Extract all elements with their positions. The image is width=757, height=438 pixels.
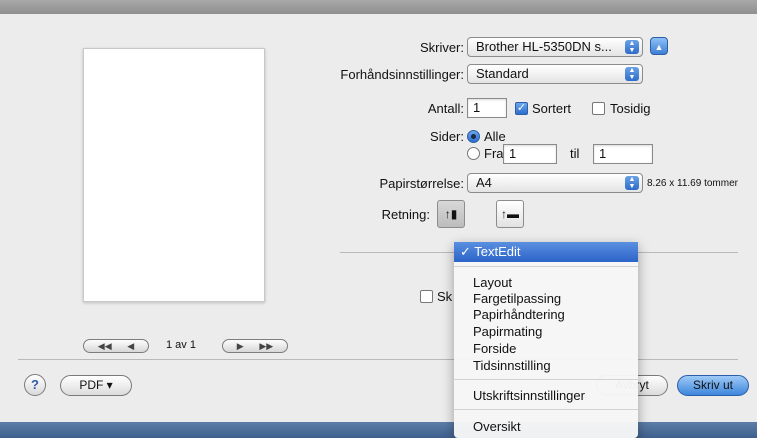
disclosure-triangle-icon[interactable]: ▲ xyxy=(650,37,668,55)
presets-popup[interactable]: Standard ▲ ▼ xyxy=(467,64,643,84)
printer-value: Brother HL-5350DN s... xyxy=(476,39,612,54)
landscape-orientation-button[interactable]: ↑▬ xyxy=(496,200,524,228)
orientation-label: Retning: xyxy=(381,207,430,222)
printer-label: Skriver: xyxy=(419,40,464,55)
pages-from-field[interactable]: 1 xyxy=(503,144,557,164)
pages-from-radio[interactable] xyxy=(467,147,480,160)
portrait-icon: ↑▮ xyxy=(444,207,458,221)
menu-item-utskriftsinnstillinger[interactable]: Utskriftsinnstillinger xyxy=(473,388,585,403)
menu-item-textedit[interactable]: ✓ TextEdit xyxy=(454,242,638,262)
menu-separator xyxy=(454,379,638,380)
help-button[interactable]: ? xyxy=(24,374,46,396)
preview-back-buttons[interactable]: ◀◀ ◀ xyxy=(83,339,149,353)
first-page-icon[interactable]: ◀◀ xyxy=(98,341,112,352)
pages-to-field[interactable]: 1 xyxy=(593,144,653,164)
pages-from-label: Fra xyxy=(484,146,504,161)
menu-item-papirmating[interactable]: Papirmating xyxy=(473,324,542,339)
presets-value: Standard xyxy=(476,66,529,81)
menu-item-oversikt[interactable]: Oversikt xyxy=(473,419,521,434)
menu-separator xyxy=(454,409,638,410)
popup-arrows-icon: ▲ ▼ xyxy=(625,176,639,190)
papersize-value: A4 xyxy=(476,175,492,190)
hidden-option-label: Sk xyxy=(437,289,453,304)
menu-item-forside[interactable]: Forside xyxy=(473,341,516,356)
portrait-orientation-button[interactable]: ↑▮ xyxy=(437,200,465,228)
pages-all-radio[interactable] xyxy=(467,130,480,143)
papersize-label: Papirstørrelse: xyxy=(379,176,464,191)
panel-menu: ✓ TextEdit Layout Fargetilpassing Papirh… xyxy=(454,242,638,438)
last-page-icon[interactable]: ▶▶ xyxy=(259,341,273,352)
twosided-label: Tosidig xyxy=(610,101,651,116)
twosided-checkbox[interactable] xyxy=(592,102,605,115)
pages-all-label: Alle xyxy=(484,129,506,144)
menu-item-tidsinnstilling[interactable]: Tidsinnstilling xyxy=(473,358,551,373)
menu-item-papirhandtering[interactable]: Papirhåndtering xyxy=(473,307,565,322)
preview-forward-buttons[interactable]: ▶ ▶▶ xyxy=(222,339,288,353)
menu-item-textedit-label: TextEdit xyxy=(474,244,521,259)
popup-arrows-icon: ▲ ▼ xyxy=(625,40,639,54)
menu-separator xyxy=(454,266,638,267)
pdf-button[interactable]: PDF ▾ xyxy=(60,375,132,396)
next-page-icon[interactable]: ▶ xyxy=(237,341,244,352)
popup-arrows-icon: ▲ ▼ xyxy=(625,67,639,81)
copies-field[interactable]: 1 xyxy=(467,98,507,118)
papersize-popup[interactable]: A4 ▲ ▼ xyxy=(467,173,643,193)
pages-label: Sider: xyxy=(430,129,464,144)
copies-label: Antall: xyxy=(427,101,464,116)
window-bottom-edge xyxy=(0,422,757,438)
menu-item-layout[interactable]: Layout xyxy=(473,275,512,290)
print-button[interactable]: Skriv ut xyxy=(677,375,749,396)
page-indicator: 1 av 1 xyxy=(166,339,196,351)
checkmark-icon: ✓ xyxy=(460,244,475,259)
window-top-edge xyxy=(0,0,757,14)
presets-label: Forhåndsinnstillinger: xyxy=(340,67,464,82)
previous-page-icon[interactable]: ◀ xyxy=(127,341,134,352)
section-separator xyxy=(340,252,454,253)
collated-label: Sortert xyxy=(532,101,572,116)
hidden-option-checkbox[interactable] xyxy=(420,290,433,303)
pages-to-label: til xyxy=(570,146,580,161)
menu-item-fargetilpassing[interactable]: Fargetilpassing xyxy=(473,291,561,306)
page-preview xyxy=(83,48,265,302)
landscape-icon: ↑▬ xyxy=(501,207,519,221)
papersize-dimensions: 8.26 x 11.69 tommer xyxy=(647,178,738,189)
collated-checkbox[interactable]: ✓ xyxy=(515,102,528,115)
printer-popup[interactable]: Brother HL-5350DN s... ▲ ▼ xyxy=(467,37,643,57)
section-separator xyxy=(638,252,738,253)
